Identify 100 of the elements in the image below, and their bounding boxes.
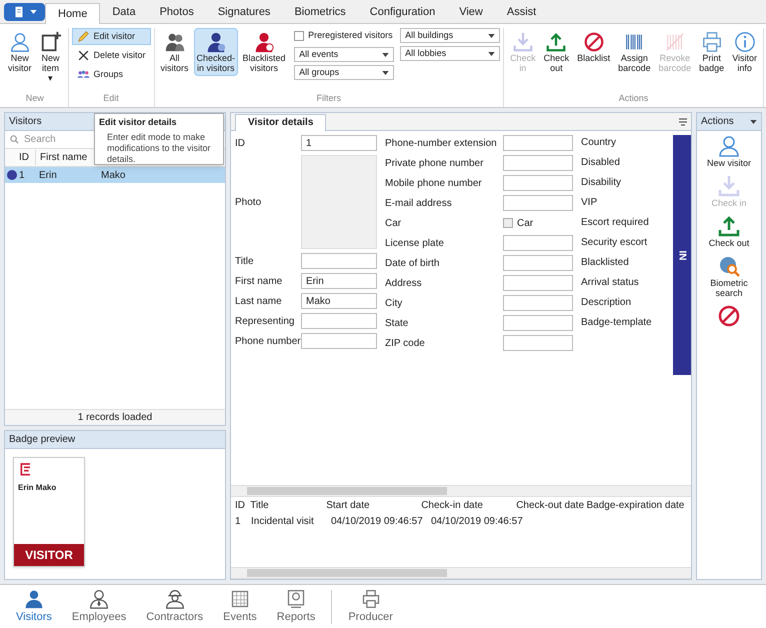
field-label: Date of birth [385, 256, 440, 270]
ribbon-button[interactable]: Visitor info [729, 28, 760, 76]
field-label: Phone-number extension [385, 136, 498, 150]
field-label: License plate [385, 236, 445, 250]
input-field[interactable] [503, 235, 573, 251]
input-field[interactable] [503, 275, 573, 291]
action-button[interactable]: Biometric search [697, 251, 761, 301]
ribbon-button[interactable]: New visitor [5, 28, 34, 76]
ribbon-button[interactable]: Assign barcode [615, 28, 654, 76]
field-label: Badge-template [581, 316, 652, 330]
input-field[interactable]: Erin [301, 273, 377, 289]
input-field[interactable]: Mako [301, 293, 377, 309]
ribbon-button[interactable]: Delete visitor [72, 47, 151, 64]
field-label: VIP [581, 196, 598, 210]
nav-tab[interactable]: Reports [268, 588, 324, 628]
ribbon-tab[interactable]: Data [100, 2, 148, 23]
field-label: ID [235, 136, 246, 150]
dropdown[interactable]: All buildings [400, 28, 500, 43]
calendar-icon [230, 588, 250, 608]
ribbon-button[interactable]: Check out [540, 28, 572, 76]
ribbon-tab[interactable]: Configuration [358, 2, 448, 23]
column-header[interactable]: ID [235, 498, 250, 512]
input-field[interactable] [503, 335, 573, 351]
ribbon-button[interactable]: Groups [72, 66, 151, 83]
dropdown[interactable]: All groups [294, 65, 394, 80]
checkbox[interactable]: Preregistered visitors [294, 28, 394, 44]
menu-icon[interactable] [679, 118, 687, 126]
nav-tab[interactable]: Employees [64, 588, 134, 628]
crossed-barcode-icon [664, 31, 686, 53]
field-label: Phone number [235, 334, 301, 348]
nav-tab[interactable]: Contractors [138, 588, 212, 628]
ribbon-button[interactable]: All visitors [158, 28, 192, 76]
check-out-icon [717, 214, 741, 238]
nav-tab[interactable]: Producer [340, 588, 401, 628]
dropdown[interactable]: All lobbies [400, 46, 500, 61]
field-label: ZIP code [385, 336, 426, 350]
contractor-icon [164, 588, 185, 608]
ribbon-tab[interactable]: View [447, 2, 495, 23]
status-strip: IN [673, 135, 691, 375]
caret-icon [488, 52, 496, 56]
people-icon [164, 31, 186, 53]
horizontal-scrollbar[interactable] [231, 485, 691, 497]
input-field[interactable] [301, 333, 377, 349]
search-field[interactable]: Search [24, 132, 84, 147]
input-field[interactable] [503, 135, 573, 151]
horizontal-scrollbar[interactable] [231, 567, 691, 579]
input-field[interactable] [503, 155, 573, 171]
checkbox-box[interactable] [294, 31, 304, 41]
ribbon-button[interactable]: Checked-in visitors [194, 28, 238, 76]
group-icon [76, 68, 90, 81]
ribbon-tab[interactable]: Home [45, 3, 100, 24]
input-field[interactable] [503, 195, 573, 211]
ribbon-button[interactable]: Blacklist [574, 28, 614, 66]
checkbox[interactable]: Car [503, 216, 534, 230]
input-field[interactable] [503, 175, 573, 191]
employee-icon [89, 588, 110, 608]
nav-tab[interactable]: Visitors [8, 588, 60, 628]
table-cell-text: Erin [38, 168, 58, 182]
ribbon-tab[interactable]: Assist [494, 2, 548, 23]
input-field[interactable] [503, 295, 573, 311]
column-header[interactable]: ID [19, 150, 35, 165]
info-icon [734, 31, 756, 53]
group-label: Filters [316, 92, 342, 104]
column-header[interactable]: First name [35, 150, 88, 165]
input-field[interactable] [503, 255, 573, 271]
field-label: Car [385, 216, 402, 230]
action-button[interactable]: New visitor [697, 131, 761, 171]
nav-tab[interactable]: Events [215, 588, 265, 628]
column-header[interactable]: Check-out date [516, 498, 586, 512]
input-field[interactable]: 1 [301, 135, 377, 151]
column-header[interactable]: Start date [326, 498, 422, 512]
check-in-icon [717, 174, 741, 198]
column-header[interactable]: Badge-expiration date [586, 498, 691, 512]
application-menu-button[interactable] [4, 3, 45, 21]
printer-icon [700, 31, 723, 53]
ribbon-tab[interactable]: Photos [148, 2, 206, 23]
field-label: Disability [581, 176, 622, 190]
ribbon-button[interactable]: Edit visitor [72, 28, 151, 45]
ribbon-tab[interactable]: Signatures [206, 2, 282, 23]
tab[interactable]: Visitor details [235, 114, 326, 131]
input-field[interactable] [301, 253, 377, 269]
ribbon-button[interactable]: Blacklisted visitors [240, 28, 288, 76]
table-cell-text: Mako [101, 168, 126, 182]
column-header[interactable]: Title [250, 498, 326, 512]
column-header[interactable]: Check-in date [421, 498, 516, 512]
panel-title: Badge preview [9, 433, 76, 447]
action-button[interactable]: Check out [697, 211, 761, 251]
input-field[interactable] [301, 313, 377, 329]
status-text: 1 records loaded [5, 409, 225, 425]
panel-title: Visitors [9, 115, 42, 129]
ribbon-button[interactable]: New item ▾ [36, 28, 64, 86]
ribbon-button[interactable]: Print badge [696, 28, 728, 76]
report-icon [286, 588, 306, 608]
table-cell-text: 04/10/2019 09:46:57 [331, 514, 424, 528]
table-row[interactable]: 1 Erin Mako [5, 167, 225, 183]
person-icon [24, 588, 44, 608]
dropdown[interactable]: All events [294, 47, 394, 62]
input-field[interactable] [503, 315, 573, 331]
checkbox-box[interactable] [503, 218, 513, 228]
ribbon-tab[interactable]: Biometrics [282, 2, 358, 23]
